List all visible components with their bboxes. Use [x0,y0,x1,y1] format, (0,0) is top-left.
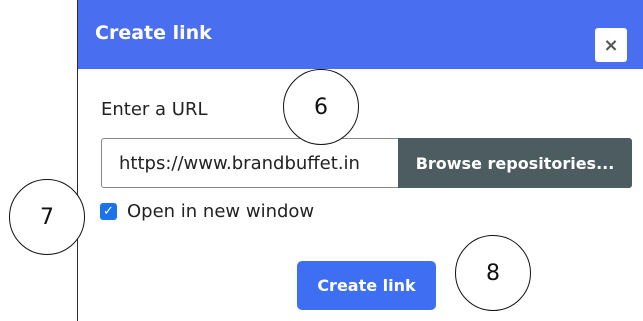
close-icon: × [603,34,619,56]
create-link-button[interactable]: Create link [297,261,436,310]
annotation-marker-8: 8 [455,235,531,311]
annotation-marker-6: 6 [283,69,359,145]
open-new-window-checkbox[interactable]: ✓ [100,203,117,220]
open-new-window-option[interactable]: ✓ Open in new window [100,201,314,222]
url-label: Enter a URL [101,99,208,120]
dialog-title: Create link [95,22,212,44]
open-new-window-label[interactable]: Open in new window [127,201,314,222]
annotation-marker-7: 7 [9,179,85,255]
checkmark-icon: ✓ [103,204,114,219]
url-input[interactable] [101,138,398,188]
browse-repositories-button[interactable]: Browse repositories... [398,138,632,188]
dialog-header: Create link × [78,0,643,69]
close-button[interactable]: × [595,28,627,62]
create-link-dialog: Create link × Enter a URL Browse reposit… [78,0,643,321]
